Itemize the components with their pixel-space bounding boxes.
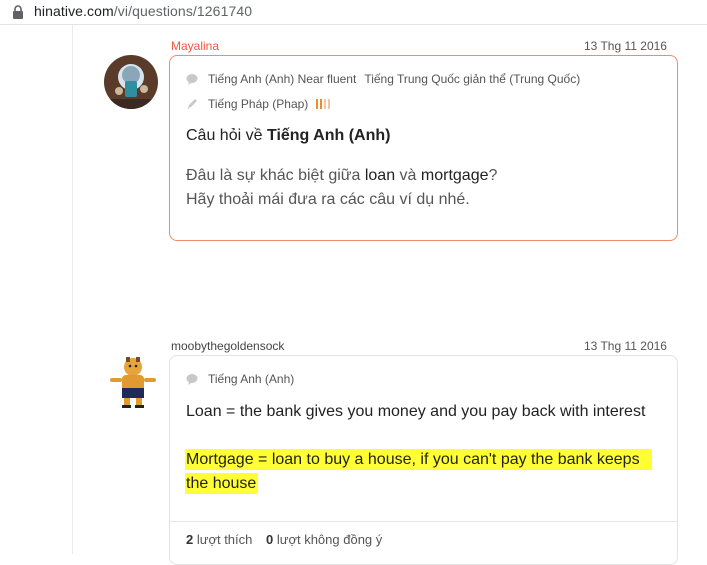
question-body-line-1: Đâu là sự khác biệt giữa loan và mortgag… [186, 167, 497, 185]
answer-highlight-line-1: Mortgage = loan to buy a house, if you c… [185, 449, 652, 470]
url-host: hinative.com [34, 3, 114, 19]
highlight-text-1: Mortgage = loan to buy a house, if you c… [185, 449, 652, 470]
question-text: Đâu là sự khác biệt giữa [186, 167, 365, 184]
studying-language: Tiếng Pháp (Phap) [208, 97, 309, 111]
question-title-prefix: Câu hỏi về [186, 127, 263, 144]
answer-highlight-line-2: the house [185, 473, 259, 494]
highlight-text-2: the house [185, 473, 259, 494]
likes-count: 2 [186, 532, 194, 547]
url-path: /vi/questions/1261740 [113, 3, 253, 19]
answer-avatar[interactable] [104, 355, 162, 409]
question-date: 13 Thg 11 2016 [584, 39, 667, 53]
lock-icon [13, 5, 23, 19]
keyword-loan: loan [364, 167, 396, 184]
question-title-language[interactable]: Tiếng Anh (Anh) [267, 127, 391, 144]
question-card: Tiếng Anh (Anh) Near fluent Tiếng Trung Q… [169, 55, 678, 241]
pencil-icon [187, 99, 197, 109]
studying-language-row: Tiếng Pháp (Phap) [186, 97, 332, 112]
answer-card: Tiếng Anh (Anh) Loan = the bank gives yo… [169, 355, 678, 565]
likes-count-button[interactable]: 2 lượt thích [186, 532, 252, 547]
answer-date: 13 Thg 11 2016 [584, 339, 667, 353]
question-username[interactable]: Mayalina [171, 39, 219, 53]
disagree-label: lượt không đồng ý [276, 532, 383, 547]
question-avatar[interactable] [104, 55, 158, 109]
native-language-2: Tiếng Trung Quốc giản thể (Trung Quốc) [364, 72, 581, 86]
question-body-line-2: Hãy thoải mái đưa ra các câu ví dụ nhé. [186, 191, 470, 208]
likes-label: lượt thích [196, 532, 253, 547]
answer-language-row: Tiếng Anh (Anh) [186, 372, 294, 386]
native-language-1: Tiếng Anh (Anh) Near fluent [208, 72, 357, 86]
disagree-count: 0 [266, 532, 274, 547]
question-mark: ? [488, 167, 498, 184]
native-languages-row: Tiếng Anh (Anh) Near fluent Tiếng Trung Q… [186, 72, 580, 86]
proficiency-level-icon [316, 98, 332, 112]
question-title: Câu hỏi về Tiếng Anh (Anh) [186, 127, 390, 145]
answer-line-1: Loan = the bank gives you money and you … [186, 403, 646, 420]
answer-username[interactable]: moobythegoldensock [171, 339, 284, 353]
speech-bubble-icon [186, 374, 198, 385]
speech-bubble-icon [186, 74, 198, 85]
answer-language: Tiếng Anh (Anh) [208, 372, 295, 386]
question-text-connector: và [395, 167, 421, 184]
answer-footer-divider [170, 521, 677, 522]
disagree-count-button[interactable]: 0 lượt không đồng ý [266, 532, 382, 547]
keyword-mortgage: mortgage [420, 167, 489, 184]
browser-address-bar[interactable]: hinative.com/vi/questions/1261740 [0, 0, 707, 25]
url-text[interactable]: hinative.com/vi/questions/1261740 [34, 3, 252, 19]
thread-divider-line [72, 25, 73, 554]
